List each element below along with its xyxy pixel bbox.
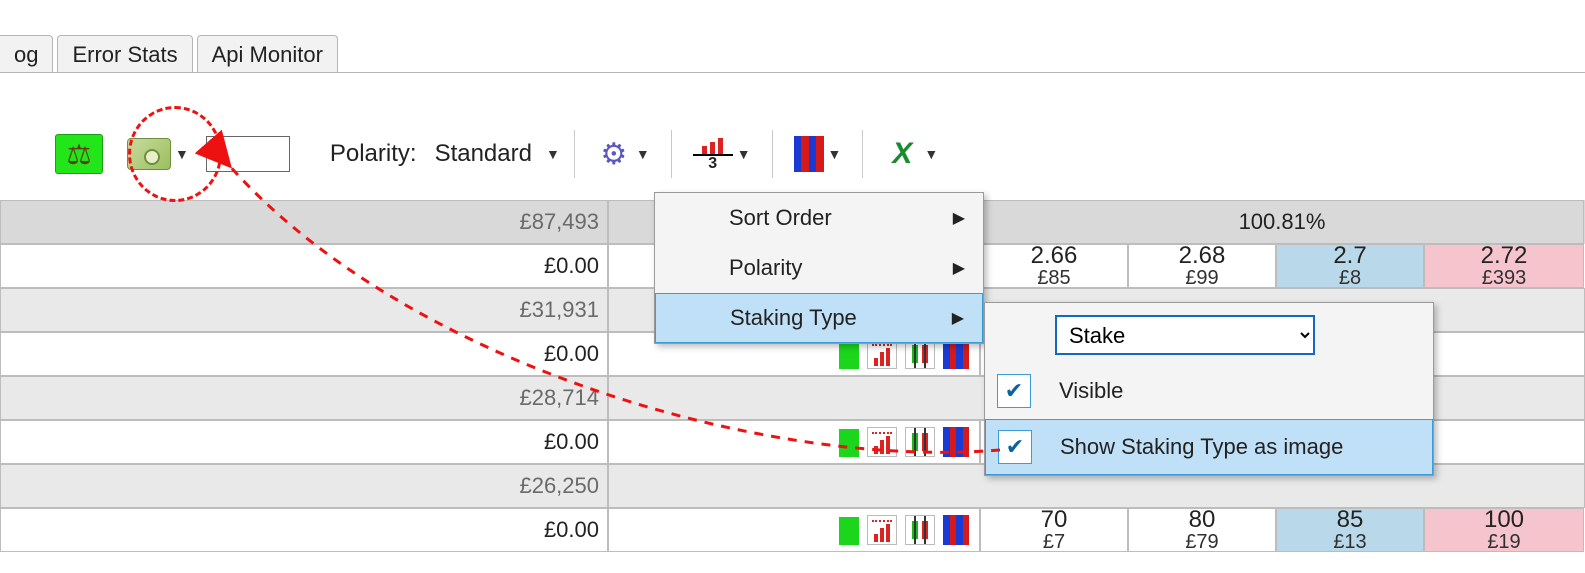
volume-header-cell: £87,493 bbox=[0, 200, 608, 244]
pnl-cell: £0.00 bbox=[0, 332, 608, 376]
stake-select-row: Stake bbox=[985, 303, 1433, 363]
action-cell[interactable] bbox=[608, 420, 980, 464]
odds-cell[interactable]: 2.66£85 bbox=[980, 244, 1128, 288]
green-bar-icon bbox=[839, 429, 859, 457]
mini-chart-icon[interactable] bbox=[867, 515, 897, 545]
action-cell[interactable] bbox=[608, 508, 980, 552]
toolbar-separator bbox=[671, 130, 672, 178]
tab-strip: og Error Stats Api Monitor bbox=[0, 22, 338, 72]
back-odds-cell[interactable]: 2.7£8 bbox=[1276, 244, 1424, 288]
gear-icon bbox=[596, 136, 632, 172]
stake-select[interactable]: Stake bbox=[1055, 315, 1315, 355]
mini-flag-icon[interactable] bbox=[943, 515, 969, 545]
pnl-cell: £0.00 bbox=[0, 244, 608, 288]
menu-item-sort-order[interactable]: Sort Order ▶ bbox=[655, 193, 983, 243]
green-bar-icon bbox=[839, 517, 859, 545]
settings-button[interactable]: ▼ bbox=[589, 126, 657, 182]
volume-cell: £31,931 bbox=[0, 288, 608, 332]
lay-odds-cell[interactable]: 2.72£393 bbox=[1424, 244, 1584, 288]
stake-type-button[interactable]: ▼ bbox=[120, 126, 196, 182]
mini-chart-icon[interactable] bbox=[867, 427, 897, 457]
scales-button[interactable] bbox=[48, 126, 110, 182]
menu-item-staking-type[interactable]: Staking Type ▶ bbox=[655, 293, 983, 343]
stake-input[interactable] bbox=[206, 136, 290, 172]
submenu-arrow-icon: ▶ bbox=[952, 308, 964, 328]
back-odds-cell[interactable]: 85£13 bbox=[1276, 508, 1424, 552]
chevron-down-icon: ▼ bbox=[171, 146, 189, 162]
excel-button[interactable]: X ▼ bbox=[877, 126, 945, 182]
odds-cell[interactable]: 80£79 bbox=[1128, 508, 1276, 552]
volume-cell: £26,250 bbox=[0, 464, 608, 508]
odds-cell[interactable]: 70£7 bbox=[980, 508, 1128, 552]
excel-icon: X bbox=[884, 136, 920, 172]
toolbar-separator bbox=[772, 130, 773, 178]
chevron-down-icon: ▼ bbox=[733, 146, 751, 162]
chart-columns-icon: 3 bbox=[693, 136, 733, 172]
mini-flag-icon[interactable] bbox=[943, 427, 969, 457]
tab-error-stats[interactable]: Error Stats bbox=[57, 35, 192, 72]
odds-cell[interactable]: 2.68£99 bbox=[1128, 244, 1276, 288]
chevron-down-icon: ▼ bbox=[824, 146, 842, 162]
polarity-value[interactable]: Standard bbox=[435, 140, 532, 168]
submenu-arrow-icon: ▶ bbox=[953, 258, 965, 278]
scales-icon bbox=[55, 134, 103, 174]
pnl-cell: £0.00 bbox=[0, 508, 608, 552]
staking-type-submenu: Stake ✔ Visible ✔ Show Staking Type as i… bbox=[984, 302, 1434, 476]
volume-cell: £28,714 bbox=[0, 376, 608, 420]
check-icon: ✔ bbox=[997, 374, 1031, 408]
grid-data-row: £0.00 70£7 80£79 85£13 100£19 bbox=[0, 508, 1585, 552]
menu-item-polarity[interactable]: Polarity ▶ bbox=[655, 243, 983, 293]
tab-underline bbox=[0, 72, 1585, 73]
menu-item-visible[interactable]: ✔ Visible bbox=[985, 363, 1433, 419]
pnl-cell: £0.00 bbox=[0, 420, 608, 464]
mini-candle-icon[interactable] bbox=[905, 427, 935, 457]
mini-candle-icon[interactable] bbox=[905, 515, 935, 545]
chevron-down-icon[interactable]: ▼ bbox=[542, 146, 560, 162]
flag-columns-icon bbox=[794, 136, 824, 172]
chevron-down-icon: ▼ bbox=[920, 146, 938, 162]
settings-menu: Sort Order ▶ Polarity ▶ Staking Type ▶ bbox=[654, 192, 984, 344]
toolbar-separator bbox=[574, 130, 575, 178]
menu-item-show-image[interactable]: ✔ Show Staking Type as image bbox=[985, 419, 1433, 475]
check-icon: ✔ bbox=[998, 430, 1032, 464]
tab-api-monitor[interactable]: Api Monitor bbox=[197, 35, 338, 72]
cash-stack-icon bbox=[127, 138, 171, 170]
submenu-arrow-icon: ▶ bbox=[953, 208, 965, 228]
polarity-label: Polarity: bbox=[330, 140, 417, 168]
flag-columns-button[interactable]: ▼ bbox=[787, 126, 849, 182]
book-percent-cell: 100.81% bbox=[980, 200, 1584, 244]
green-bar-icon bbox=[839, 341, 859, 369]
lay-odds-cell[interactable]: 100£19 bbox=[1424, 508, 1584, 552]
tab-log[interactable]: og bbox=[0, 35, 53, 72]
chevron-down-icon: ▼ bbox=[632, 146, 650, 162]
toolbar: ▼ Polarity: Standard ▼ ▼ 3 ▼ ▼ X ▼ bbox=[48, 122, 945, 186]
toolbar-separator bbox=[862, 130, 863, 178]
chart-columns-button[interactable]: 3 ▼ bbox=[686, 126, 758, 182]
